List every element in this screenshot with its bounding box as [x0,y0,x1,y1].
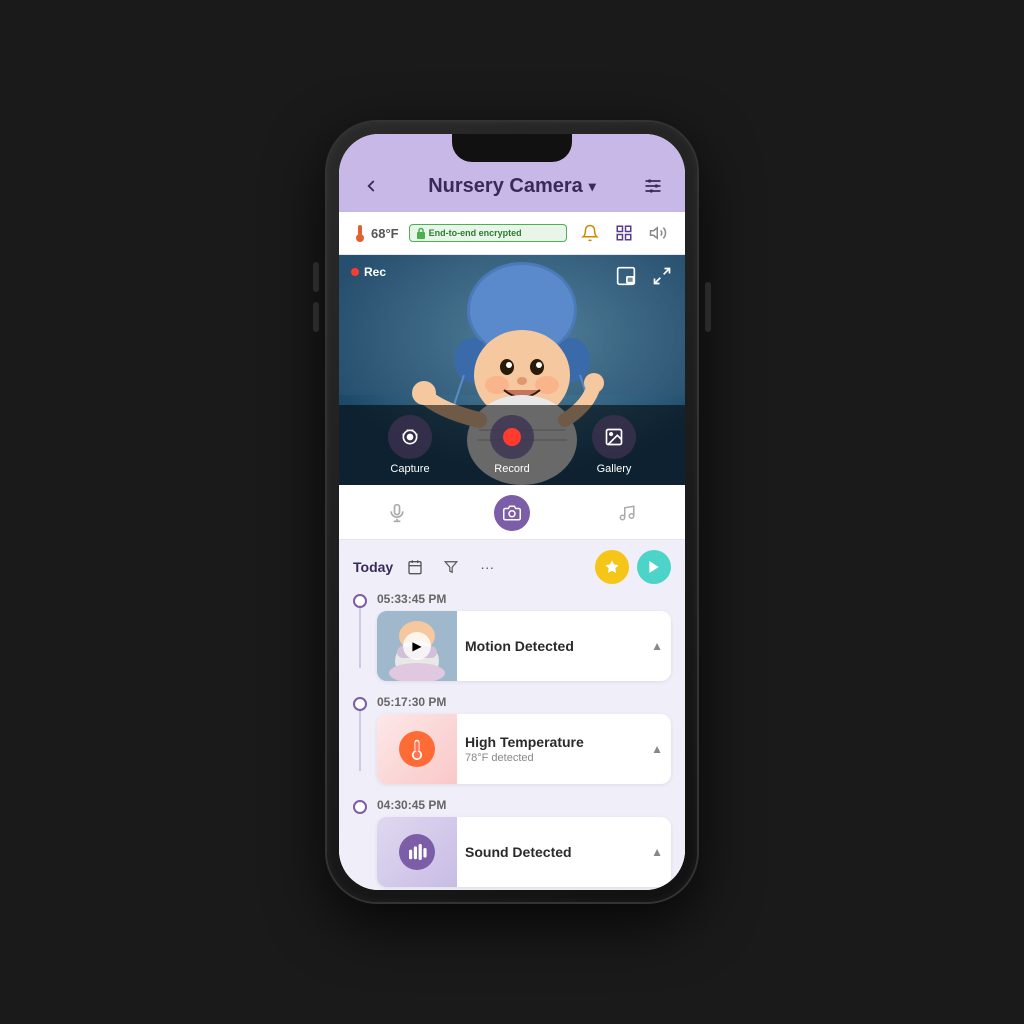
event-row-3: 04:30:45 PM [353,798,671,887]
event-card-3[interactable]: Sound Detected ▲ [377,817,671,887]
bell-icon[interactable] [577,220,603,246]
event-title-1: Motion Detected [465,638,635,654]
volume-icon[interactable] [645,220,671,246]
event-timeline-3 [353,798,367,814]
temperature-display: 68°F [353,224,399,242]
music-tool[interactable] [609,495,645,531]
camera-tool[interactable] [494,495,530,531]
screen-content: Nursery Camera ▾ [339,134,685,890]
thermometer-icon [353,224,367,242]
lock-icon [416,227,426,239]
event-timeline-1 [353,592,367,668]
camera-top-controls [613,263,675,289]
event-thumbnail-2 [377,714,457,784]
rec-badge: Rec [351,265,386,279]
header-title: Nursery Camera ▾ [428,175,596,198]
event-info-1: Motion Detected [457,611,643,681]
event-thumbnail-3 [377,817,457,887]
filter-right [595,550,671,584]
sound-icon-circle [399,834,435,870]
more-filter[interactable]: ··· [473,553,501,581]
rec-indicator [351,268,359,276]
gallery-button[interactable]: Gallery [592,415,636,475]
encrypt-badge: End-to-end encrypted [409,224,567,242]
capture-label: Capture [390,463,429,475]
record-button[interactable]: Record [490,415,534,475]
timeline-dot-2 [353,697,367,711]
event-title-2: High Temperature [465,734,635,750]
grid-icon[interactable] [611,220,637,246]
timeline-line-1 [359,608,361,668]
filter-icons: ··· [401,553,501,581]
temp-value: 68°F [371,226,399,241]
capture-button[interactable]: Capture [388,415,432,475]
status-bar: 68°F End-to-end encrypted [339,212,685,255]
event-chevron-2[interactable]: ▲ [643,714,671,784]
event-title-3: Sound Detected [465,844,635,860]
event-content-2: 05:17:30 PM [377,695,671,784]
title-dropdown-arrow[interactable]: ▾ [589,178,596,195]
pip-icon[interactable] [613,263,639,289]
settings-button[interactable] [639,172,667,200]
timeline-dot-3 [353,800,367,814]
temp-icon-circle [399,731,435,767]
phone-screen: Nursery Camera ▾ [339,134,685,890]
event-subtitle-2: 78°F detected [465,752,635,764]
encrypt-text: End-to-end encrypted [429,228,522,238]
timeline-dot-1 [353,594,367,608]
funnel-filter[interactable] [437,553,465,581]
star-mode-button[interactable] [595,550,629,584]
camera-title: Nursery Camera [428,175,583,198]
fullscreen-icon[interactable] [649,263,675,289]
event-time-1: 05:33:45 PM [377,592,671,606]
event-thumbnail-1: ▶ [377,611,457,681]
power-button[interactable] [705,282,711,332]
gallery-label: Gallery [597,463,632,475]
notch [452,134,572,162]
event-time-3: 04:30:45 PM [377,798,671,812]
camera-view: Rec [339,255,685,485]
timeline-filter: Today [353,540,671,592]
event-time-2: 05:17:30 PM [377,695,671,709]
timeline-section: Today [339,540,685,890]
play-mode-button[interactable] [637,550,671,584]
rec-label: Rec [364,265,386,279]
event-info-3: Sound Detected [457,817,643,887]
timeline-line-2 [359,711,361,771]
status-icons [577,220,671,246]
vol-up-button[interactable] [313,262,319,292]
event-content-3: 04:30:45 PM [377,798,671,887]
event-row: 05:33:45 PM [353,592,671,681]
event-timeline-2 [353,695,367,771]
event-chevron-1[interactable]: ▲ [643,611,671,681]
event-info-2: High Temperature 78°F detected [457,714,643,784]
today-label: Today [353,559,393,575]
microphone-tool[interactable] [379,495,415,531]
event-content-1: 05:33:45 PM [377,592,671,681]
phone-frame: Nursery Camera ▾ [327,122,697,902]
back-button[interactable] [357,172,385,200]
toolbar [339,485,685,540]
camera-overlay-controls: Capture Record [339,405,685,485]
record-label: Record [494,463,529,475]
event-card-1[interactable]: ▶ Motion Detected ▲ [377,611,671,681]
event-row-2: 05:17:30 PM [353,695,671,784]
play-overlay-1[interactable]: ▶ [403,632,431,660]
event-card-2[interactable]: High Temperature 78°F detected ▲ [377,714,671,784]
calendar-filter[interactable] [401,553,429,581]
event-chevron-3[interactable]: ▲ [643,817,671,887]
vol-down-button[interactable] [313,302,319,332]
timeline-events: 05:33:45 PM [353,592,671,890]
